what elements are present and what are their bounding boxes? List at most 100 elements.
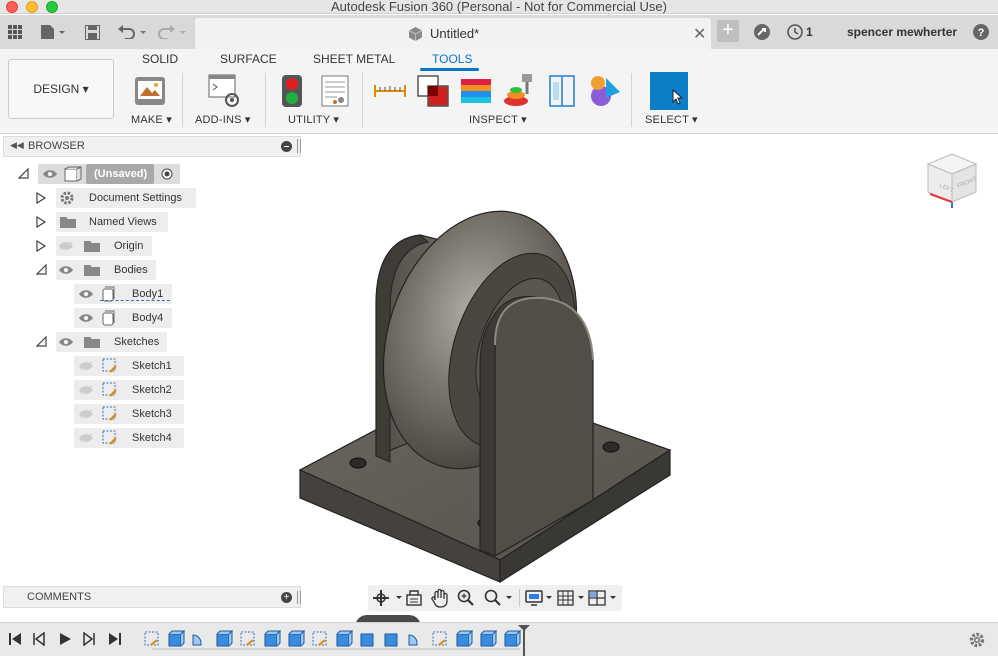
grid-snaps-icon[interactable] <box>556 589 586 607</box>
panel-resize-handle[interactable] <box>297 139 298 153</box>
visibility-eye-icon[interactable] <box>58 265 74 275</box>
data-panel-grid-icon[interactable] <box>6 23 24 41</box>
collapsed-triangle-icon[interactable] <box>36 240 46 252</box>
tree-item-named-views[interactable]: Named Views <box>36 212 176 232</box>
visibility-eye-icon[interactable] <box>78 289 94 299</box>
timeline-feature-sketch-icon <box>240 631 255 646</box>
user-account-name[interactable]: spencer mewherter <box>847 25 957 39</box>
viewports-icon[interactable] <box>587 589 619 607</box>
tree-item-origin[interactable]: Origin <box>36 236 156 256</box>
component-color-cycling-icon[interactable] <box>588 74 622 108</box>
activate-radio-icon[interactable] <box>161 168 173 180</box>
tree-item-body1[interactable]: Body1 <box>74 284 174 304</box>
tab-tools[interactable]: TOOLS <box>432 52 472 66</box>
viewcube[interactable]: LEFT FRONT <box>922 150 982 208</box>
select-group-label[interactable]: SELECT ▾ <box>645 113 698 126</box>
timeline-feature-extrude-icon <box>360 633 374 647</box>
zoom-icon[interactable] <box>457 589 477 607</box>
timeline-feature-extrude-icon <box>216 629 234 647</box>
tab-sheet-metal[interactable]: SHEET METAL <box>313 52 395 66</box>
make-group-label[interactable]: MAKE ▾ <box>131 113 172 126</box>
zebra-analysis-icon[interactable] <box>459 75 493 107</box>
file-menu-icon[interactable] <box>38 23 68 41</box>
new-tab-button[interactable]: + <box>717 20 739 42</box>
hidden-eye-icon[interactable] <box>58 241 74 251</box>
browser-minimize-icon[interactable] <box>281 141 292 152</box>
timeline-previous-step-icon[interactable] <box>32 632 46 646</box>
panel-resize-handle[interactable] <box>297 591 298 604</box>
hidden-eye-icon[interactable] <box>78 433 94 443</box>
tab-solid[interactable]: SOLID <box>142 52 178 66</box>
3d-viewport-model[interactable] <box>290 180 690 590</box>
timeline-go-to-end-icon[interactable] <box>108 632 122 646</box>
collapse-panel-icon[interactable]: ◀◀ <box>10 140 24 151</box>
timeline-play-icon[interactable] <box>58 632 72 646</box>
table-report-icon[interactable] <box>321 75 349 107</box>
traffic-light-icon[interactable] <box>281 74 303 108</box>
tab-surface[interactable]: SURFACE <box>220 52 277 66</box>
extensions-icon[interactable] <box>752 23 772 41</box>
visibility-eye-icon[interactable] <box>42 169 58 179</box>
tree-item-sketch2[interactable]: Sketch2 <box>74 380 186 400</box>
inspect-group-label[interactable]: INSPECT ▾ <box>469 113 527 126</box>
timeline-features[interactable] <box>140 629 530 655</box>
expanded-triangle-icon[interactable] <box>18 168 29 179</box>
tree-item-document-settings[interactable]: Document Settings <box>36 188 198 208</box>
panel-resize-handle[interactable] <box>300 139 301 153</box>
timeline-bar <box>0 622 998 656</box>
look-at-icon[interactable] <box>405 589 423 607</box>
help-icon[interactable]: ? <box>972 23 990 41</box>
fit-zoom-window-icon[interactable] <box>483 589 513 607</box>
job-status-clock-icon[interactable] <box>786 23 804 41</box>
active-tab-indicator <box>420 68 479 71</box>
visibility-eye-icon[interactable] <box>78 313 94 323</box>
orbit-icon[interactable] <box>372 589 404 607</box>
timeline-feature-sketch-icon <box>312 631 327 646</box>
timeline-marker-handle[interactable] <box>517 623 531 656</box>
display-settings-icon[interactable] <box>524 589 554 607</box>
visibility-eye-icon[interactable] <box>58 337 74 347</box>
collapsed-triangle-icon[interactable] <box>36 216 46 228</box>
tree-item-sketch4[interactable]: Sketch4 <box>74 428 186 448</box>
timeline-go-to-start-icon[interactable] <box>8 632 22 646</box>
timeline-feature-extrude-icon <box>288 629 306 647</box>
nav-separator <box>519 589 520 607</box>
workspace-label: DESIGN ▾ <box>33 82 89 96</box>
comments-title: COMMENTS <box>27 591 92 603</box>
measure-icon[interactable] <box>374 83 406 99</box>
interference-icon[interactable] <box>416 74 450 108</box>
panel-resize-handle[interactable] <box>300 591 301 604</box>
addins-group-label[interactable]: ADD-INS ▾ <box>195 113 251 126</box>
tree-item-sketches[interactable]: Sketches <box>36 332 171 352</box>
close-tab-icon[interactable]: ✕ <box>693 24 706 44</box>
sketch-icon <box>102 382 117 397</box>
browser-panel-header: ◀◀ BROWSER <box>3 136 301 157</box>
tree-item-bodies[interactable]: Bodies <box>36 260 161 280</box>
3d-print-icon[interactable] <box>134 76 166 106</box>
timeline-settings-gear-icon[interactable] <box>968 631 986 649</box>
draft-analysis-icon[interactable] <box>502 72 536 108</box>
hidden-eye-icon[interactable] <box>78 385 94 395</box>
timeline-next-step-icon[interactable] <box>82 632 96 646</box>
undo-icon[interactable] <box>116 23 148 41</box>
hidden-eye-icon[interactable] <box>78 409 94 419</box>
add-comment-icon[interactable]: + <box>281 592 292 603</box>
tree-root-unsaved[interactable]: (Unsaved) <box>18 164 188 184</box>
hidden-eye-icon[interactable] <box>78 361 94 371</box>
tree-item-sketch1[interactable]: Sketch1 <box>74 356 186 376</box>
scripts-addins-icon[interactable] <box>208 74 242 108</box>
select-tool-button[interactable] <box>650 72 688 110</box>
expanded-triangle-icon[interactable] <box>36 264 47 275</box>
tree-item-body4[interactable]: Body4 <box>74 308 174 328</box>
tree-item-sketch3[interactable]: Sketch3 <box>74 404 186 424</box>
collapsed-triangle-icon[interactable] <box>36 192 46 204</box>
redo-icon[interactable] <box>156 23 188 41</box>
save-icon[interactable] <box>83 23 101 41</box>
utility-group-label[interactable]: UTILITY ▾ <box>288 113 339 126</box>
workspace-switcher-button[interactable]: DESIGN ▾ <box>8 59 114 119</box>
section-analysis-icon[interactable] <box>547 74 577 108</box>
document-tab[interactable]: Untitled* ✕ <box>195 18 711 49</box>
pan-hand-icon[interactable] <box>431 588 449 608</box>
document-cube-icon <box>409 27 422 41</box>
expanded-triangle-icon[interactable] <box>36 336 47 347</box>
